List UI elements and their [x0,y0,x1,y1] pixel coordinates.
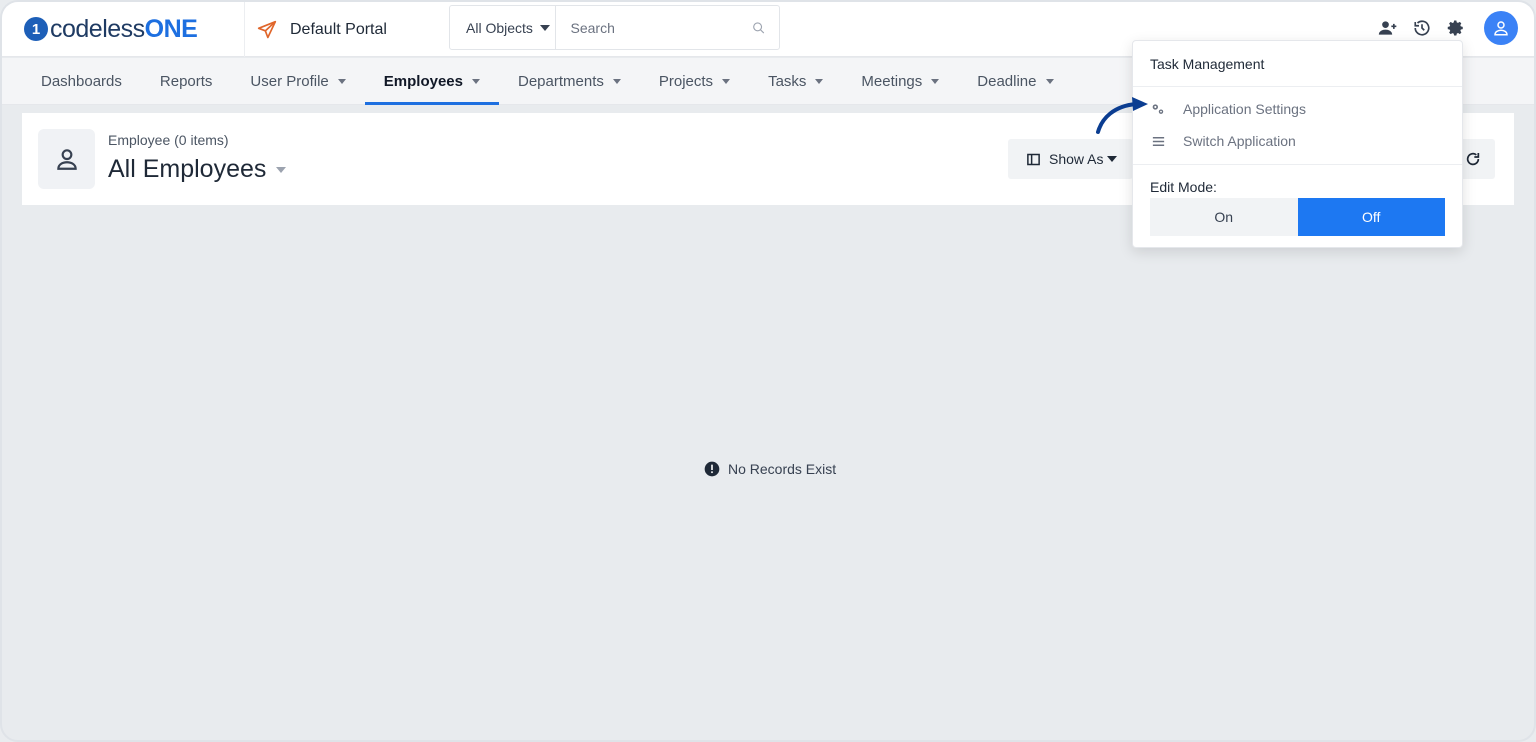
logo-prefix: codeless [50,14,145,43]
nav-tab-dashboards[interactable]: Dashboards [22,58,141,105]
app-frame: 1 codelessONE Default Portal All Objects [0,0,1536,742]
chevron-down-icon [276,166,287,173]
entity-subtitle: Employee (0 items) [108,132,229,148]
chevron-down-icon [539,24,550,31]
nav-tab-tasks[interactable]: Tasks [749,58,842,105]
chevron-down-icon [1107,156,1118,162]
nav-tab-projects[interactable]: Projects [640,58,749,105]
nav-tab-label: User Profile [250,73,329,90]
show-as-button[interactable]: Show As [1008,139,1133,179]
nav-tab-label: Departments [518,73,604,90]
nav-tab-label: Dashboards [41,73,122,90]
menu-item-application-settings[interactable]: Application Settings [1133,93,1462,125]
paper-plane-icon [257,20,277,38]
menu-item-switch-application[interactable]: Switch Application [1133,125,1462,157]
chevron-down-icon [815,79,824,84]
nav-tab-label: Tasks [768,73,807,90]
chevron-down-icon [722,79,731,84]
nav-tab-departments[interactable]: Departments [499,58,640,105]
dropdown-title: Task Management [1133,41,1462,87]
page-title: All Employees [108,155,267,183]
refresh-icon [1466,152,1479,166]
nav-tab-label: Reports [159,73,213,90]
chevron-down-icon [337,79,346,84]
logo-suffix: ONE [144,14,198,43]
portal-selector[interactable]: Default Portal [244,2,387,57]
person-icon [38,129,95,189]
edit-mode-on-button[interactable]: On [1150,198,1298,236]
logo-mark: 1 [24,17,48,41]
portal-name: Default Portal [290,20,387,38]
dropdown-menu: Application Settings Switch Application [1133,87,1462,165]
chevron-down-icon [472,79,480,84]
history-icon[interactable] [1412,18,1432,38]
logo-text: codelessONE [50,14,198,44]
search-input[interactable] [555,6,752,49]
chevron-down-icon [931,79,940,84]
layout-icon [1027,153,1040,165]
global-search: All Objects [449,5,780,50]
nav-tab-label: Deadline [977,73,1037,90]
empty-message: No Records Exist [728,461,837,477]
alert-circle-icon [704,461,720,477]
chevron-down-icon [612,79,621,84]
view-selector[interactable]: All Employees [108,155,287,184]
logo[interactable]: 1 codelessONE [24,14,198,44]
nav-tab-user-profile[interactable]: User Profile [231,58,364,105]
gears-icon [1150,101,1166,117]
edit-mode-label: Edit Mode: [1150,179,1217,195]
user-avatar-icon[interactable] [1484,11,1518,45]
gear-icon[interactable] [1446,18,1466,38]
menu-item-label: Switch Application [1183,133,1296,149]
annotation-arrow-icon [1096,97,1148,134]
settings-dropdown: Task Management Application Settings Swi… [1132,40,1463,248]
empty-state: No Records Exist [704,461,836,477]
nav-tab-meetings[interactable]: Meetings [842,58,958,105]
object-filter-select[interactable]: All Objects [450,6,556,49]
nav-tab-label: Meetings [861,73,923,90]
menu-item-label: Application Settings [1183,101,1306,117]
menu-lines-icon [1150,133,1166,149]
search-icon[interactable] [752,20,765,36]
edit-mode-toggle: On Off [1150,198,1445,236]
nav-tab-reports[interactable]: Reports [141,58,232,105]
show-as-label: Show As [1049,151,1104,167]
edit-mode-off-button[interactable]: Off [1297,198,1445,236]
nav-tab-deadline[interactable]: Deadline [958,58,1072,105]
chevron-down-icon [1045,79,1054,84]
nav-tab-label: Employees [383,73,463,90]
object-filter-label: All Objects [466,19,533,36]
nav-tab-employees[interactable]: Employees [364,58,500,105]
add-user-icon[interactable] [1378,18,1398,38]
nav-tab-label: Projects [658,73,714,90]
